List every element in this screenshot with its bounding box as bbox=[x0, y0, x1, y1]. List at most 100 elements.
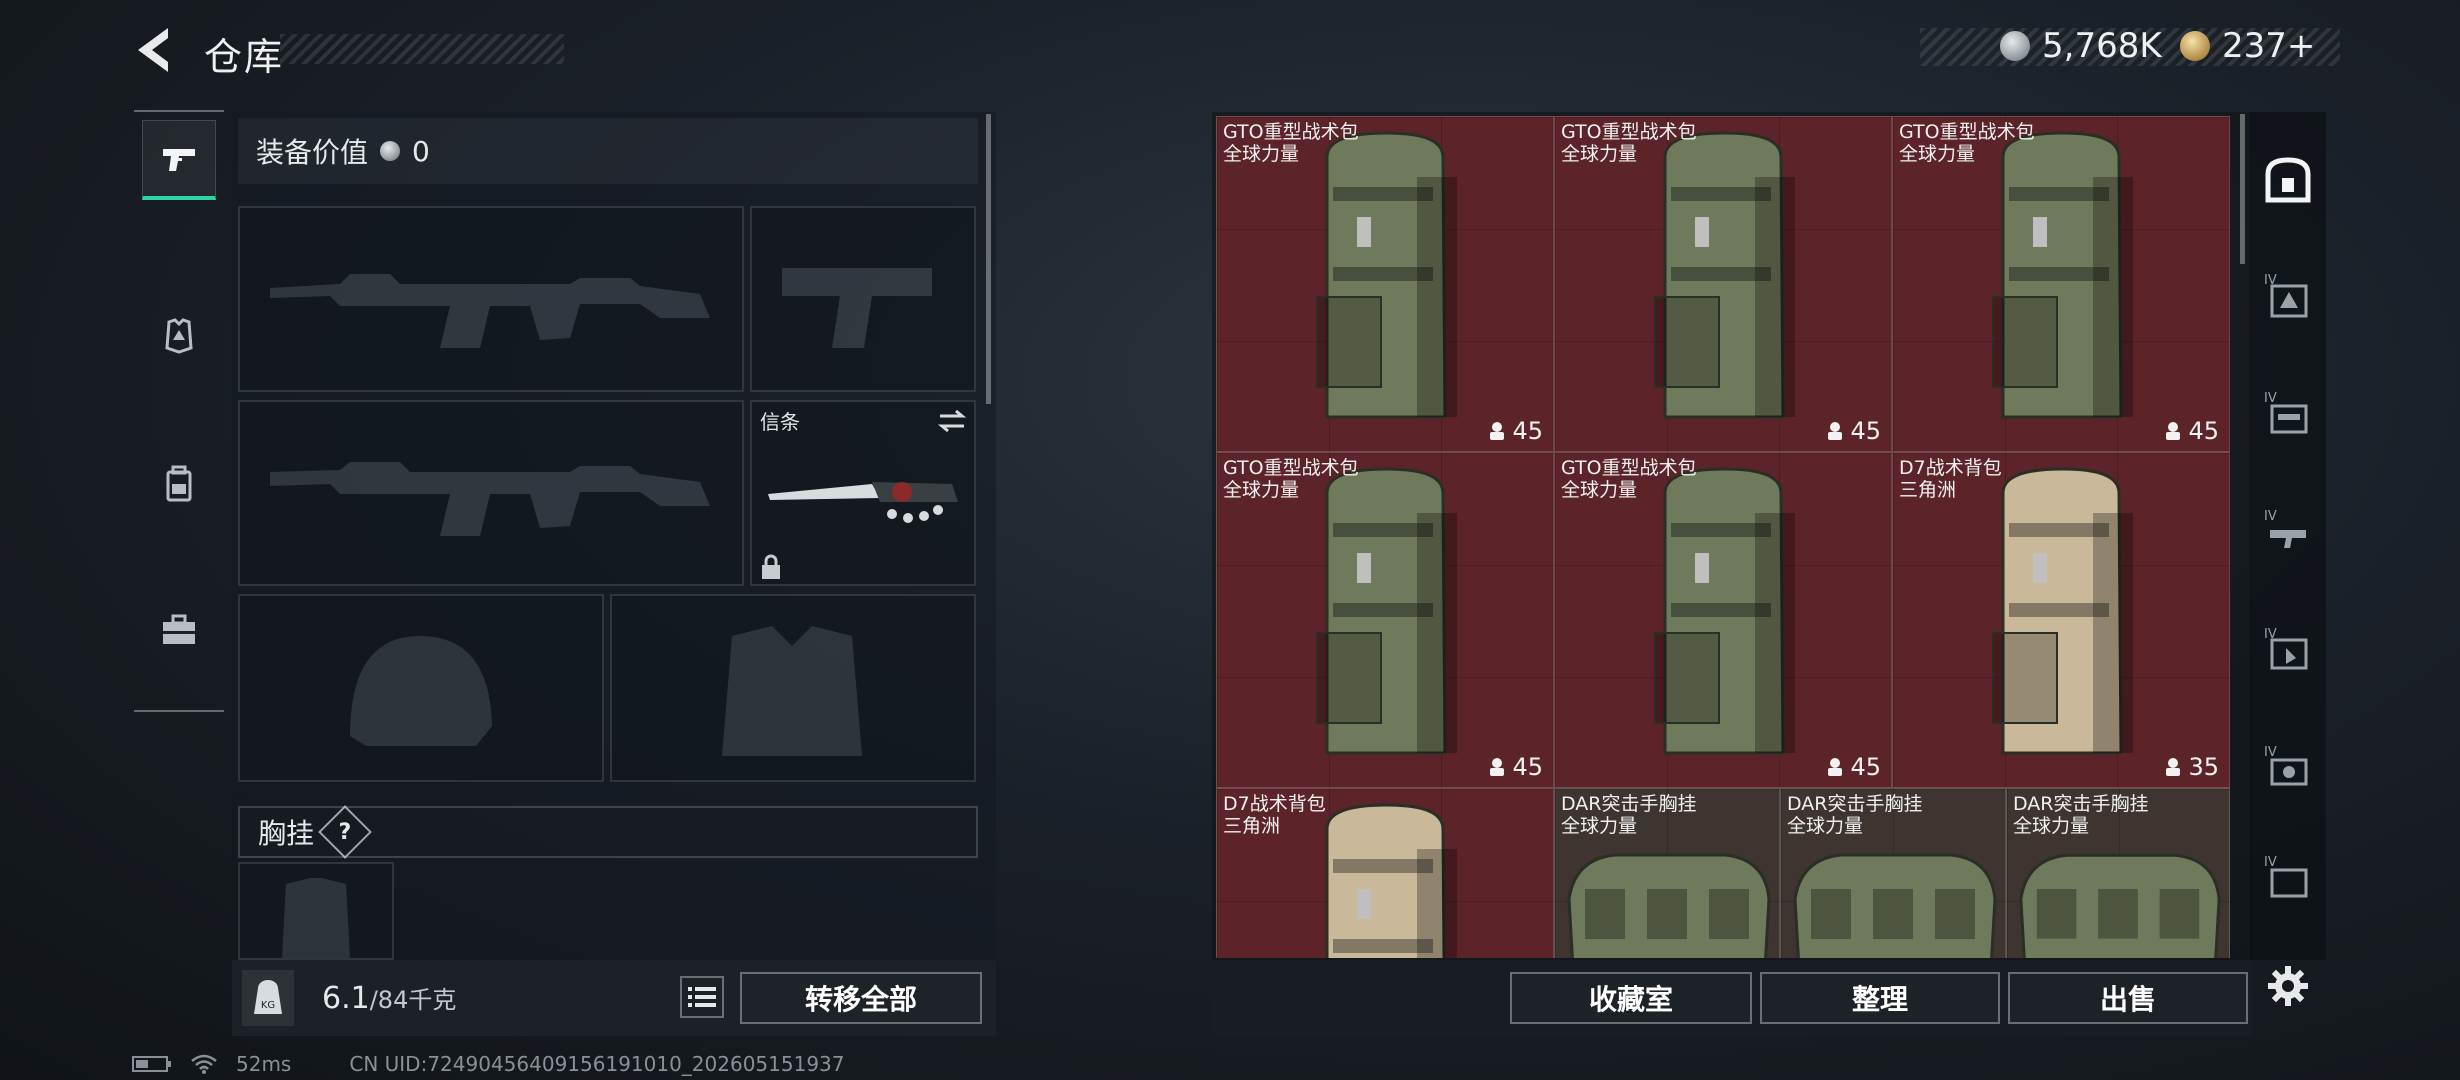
equipment-scrollbar[interactable] bbox=[986, 114, 991, 404]
chest-rig-header: 胸挂 ? bbox=[238, 805, 978, 859]
bag-tier-icon: IV bbox=[2264, 391, 2308, 434]
category-armor-iv[interactable]: IV bbox=[2250, 248, 2326, 344]
storage-item[interactable]: GTO重型战术包 全球力量 45 bbox=[1554, 452, 1892, 788]
settings-button[interactable] bbox=[2250, 946, 2326, 1026]
item-name-block: GTO重型战术包 全球力量 bbox=[1561, 457, 1697, 501]
item-name-block: GTO重型战术包 全球力量 bbox=[1899, 121, 2035, 165]
storage-item[interactable]: D7战术背包 三角洲 35 bbox=[1892, 452, 2230, 788]
rifle-silhouette-icon bbox=[270, 274, 710, 348]
sort-button[interactable]: 整理 bbox=[1760, 972, 2000, 1024]
item-source: 全球力量 bbox=[1561, 479, 1638, 501]
category-bag-iv[interactable]: IV bbox=[2250, 366, 2326, 462]
item-source: 全球力量 bbox=[1561, 815, 1638, 837]
tab-backpack[interactable] bbox=[142, 444, 216, 524]
chest-rig-slot[interactable] bbox=[238, 862, 394, 960]
silver-amount: 5,768K bbox=[2042, 26, 2162, 66]
item-source: 三角洲 bbox=[1899, 479, 1957, 501]
item-name-block: D7战术背包 三角洲 bbox=[1899, 457, 2002, 501]
item-capacity-value: 45 bbox=[1512, 417, 1543, 445]
uid-text: CN UID:72490456409156191010_202605151937 bbox=[349, 1052, 845, 1076]
gold-coin-icon bbox=[2180, 31, 2210, 61]
category-safe[interactable] bbox=[2250, 132, 2326, 228]
tab-toolbox[interactable] bbox=[142, 590, 216, 670]
back-button[interactable] bbox=[130, 22, 180, 78]
equipment-value-label: 装备价值 bbox=[256, 136, 369, 169]
melee-slot[interactable]: 信条 bbox=[750, 400, 976, 586]
storage-item[interactable]: DAR突击手胸挂 全球力量 bbox=[1554, 788, 1780, 958]
storage-item[interactable]: D7战术背包 三角洲 bbox=[1216, 788, 1554, 958]
sell-button[interactable]: 出售 bbox=[2008, 972, 2248, 1024]
medical-tier-icon: IV bbox=[2264, 745, 2308, 786]
status-bar: 52ms CN UID:72490456409156191010_2026051… bbox=[132, 1052, 845, 1076]
secondary-weapon-slot[interactable] bbox=[750, 206, 976, 392]
item-capacity-value: 45 bbox=[1850, 417, 1881, 445]
body-armor-slot[interactable] bbox=[610, 594, 976, 782]
svg-text:IV: IV bbox=[2264, 391, 2277, 406]
collection-room-button[interactable]: 收藏室 bbox=[1510, 972, 1752, 1024]
svg-text:IV: IV bbox=[2264, 745, 2277, 760]
primary-weapon-slot[interactable] bbox=[238, 206, 744, 392]
second-primary-slot[interactable] bbox=[238, 400, 744, 586]
silver-currency[interactable]: 5,768K bbox=[2000, 26, 2162, 66]
storage-grid: GTO重型战术包 全球力量 45 GTO重型战术包 全球力量 45 GTO重型战术包 全球力量… bbox=[1216, 116, 2230, 958]
item-name: GTO重型战术包 bbox=[1561, 457, 1697, 479]
armor-icon bbox=[165, 318, 193, 354]
category-weapon-iv[interactable]: IV bbox=[2250, 484, 2326, 580]
storage-item[interactable]: DAR突击手胸挂 全球力量 bbox=[1780, 788, 2006, 958]
item-name-block: DAR突击手胸挂 全球力量 bbox=[2013, 793, 2149, 837]
item-capacity: 35 bbox=[2164, 753, 2219, 781]
svg-text:IV: IV bbox=[2264, 509, 2277, 524]
item-capacity: 45 bbox=[1826, 753, 1881, 781]
gear-icon bbox=[2268, 966, 2308, 1006]
backpack-item-icon bbox=[1316, 467, 1457, 755]
back-arrow-icon bbox=[138, 28, 168, 72]
toolbox-icon bbox=[163, 614, 195, 644]
capacity-icon bbox=[2166, 422, 2181, 440]
storage-item[interactable]: GTO重型战术包 全球力量 45 bbox=[1554, 116, 1892, 452]
chest-rig-label: 胸挂 bbox=[258, 817, 315, 850]
item-source: 全球力量 bbox=[1561, 143, 1638, 165]
item-name: GTO重型战术包 bbox=[1561, 121, 1697, 143]
item-capacity-value: 45 bbox=[2188, 417, 2219, 445]
item-capacity-value: 35 bbox=[2188, 753, 2219, 781]
category-gear-iv[interactable]: IV bbox=[2250, 602, 2326, 698]
equipment-value-bar: 装备价值 0 bbox=[238, 118, 978, 184]
tab-armor[interactable] bbox=[142, 296, 216, 376]
item-source: 全球力量 bbox=[1223, 143, 1300, 165]
category-medical-iv[interactable]: IV bbox=[2250, 720, 2326, 816]
item-name-block: D7战术背包 三角洲 bbox=[1223, 793, 1326, 837]
capacity-icon bbox=[1490, 758, 1505, 776]
item-capacity: 45 bbox=[1488, 417, 1543, 445]
swap-icon[interactable] bbox=[936, 408, 968, 434]
gold-amount: 237+ bbox=[2222, 26, 2316, 66]
storage-item[interactable]: DAR突击手胸挂 全球力量 bbox=[2006, 788, 2230, 958]
list-view-button[interactable] bbox=[680, 976, 724, 1018]
carry-weight-max: /84千克 bbox=[369, 986, 457, 1014]
backpack-item-icon bbox=[1654, 131, 1795, 419]
item-capacity-value: 45 bbox=[1850, 753, 1881, 781]
equipment-value: 0 bbox=[412, 134, 430, 168]
storage-item[interactable]: GTO重型战术包 全球力量 45 bbox=[1216, 116, 1554, 452]
misc-tier-icon: IV bbox=[2264, 855, 2308, 898]
storage-item[interactable]: GTO重型战术包 全球力量 45 bbox=[1892, 116, 2230, 452]
help-button[interactable]: ? bbox=[318, 805, 372, 859]
storage-scrollbar[interactable] bbox=[2240, 114, 2245, 264]
item-name: DAR突击手胸挂 bbox=[1561, 793, 1697, 815]
safe-icon bbox=[2265, 157, 2311, 203]
storage-item[interactable]: GTO重型战术包 全球力量 45 bbox=[1216, 452, 1554, 788]
transfer-all-button[interactable]: 转移全部 bbox=[740, 972, 982, 1024]
backpack-icon bbox=[166, 465, 192, 502]
weapon-tier-icon: IV bbox=[2264, 509, 2306, 548]
gold-currency[interactable]: 237+ bbox=[2180, 26, 2315, 66]
item-source: 三角洲 bbox=[1223, 815, 1281, 837]
tab-weapons[interactable] bbox=[142, 120, 216, 200]
backpack-item-icon bbox=[1992, 467, 2133, 755]
svg-text:KG: KG bbox=[261, 1000, 275, 1011]
melee-label: 信条 bbox=[760, 410, 800, 434]
item-capacity: 45 bbox=[1488, 753, 1543, 781]
svg-text:IV: IV bbox=[2264, 855, 2277, 870]
item-name-block: GTO重型战术包 全球力量 bbox=[1561, 121, 1697, 165]
category-misc-iv[interactable]: IV bbox=[2250, 838, 2326, 918]
item-source: 全球力量 bbox=[1899, 143, 1976, 165]
helmet-slot[interactable] bbox=[238, 594, 604, 782]
